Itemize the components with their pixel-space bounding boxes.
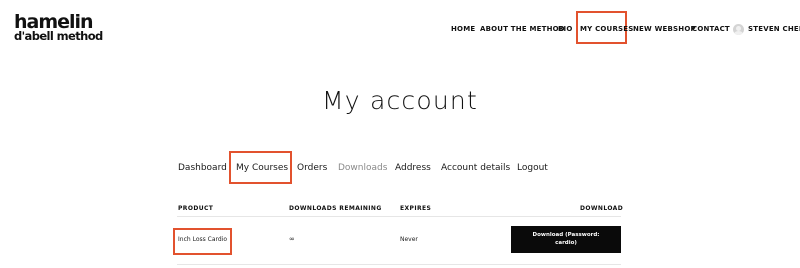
page-title: My account	[322, 86, 478, 115]
col-header-downloads-remaining: DOWNLOADS REMAINING	[289, 205, 382, 212]
header-divider	[177, 216, 621, 217]
nav-home[interactable]: HOME	[451, 20, 475, 38]
nav-about-the-method[interactable]: ABOUT THE METHOD	[480, 20, 565, 38]
tab-my-courses[interactable]: My Courses	[236, 163, 288, 173]
user-avatar-icon[interactable]	[733, 24, 744, 35]
nav-my-courses[interactable]: MY COURSES	[580, 20, 634, 38]
row-divider	[177, 264, 621, 265]
col-header-product: PRODUCT	[178, 205, 214, 212]
logo-sub-text: d'abell method	[14, 29, 103, 43]
tab-account-details[interactable]: Account details	[441, 163, 510, 173]
download-button[interactable]: Download (Password: cardio)	[511, 226, 621, 253]
col-header-expires: EXPIRES	[400, 205, 432, 212]
nav-new-webshop[interactable]: NEW WEBSHOP	[633, 20, 696, 38]
nav-contact[interactable]: CONTACT	[692, 20, 730, 38]
product-link[interactable]: Inch Loss Cardio	[178, 236, 227, 243]
tab-logout[interactable]: Logout	[517, 163, 548, 173]
tab-address[interactable]: Address	[395, 163, 431, 173]
tab-orders[interactable]: Orders	[297, 163, 327, 173]
nav-bio[interactable]: BIO	[558, 20, 573, 38]
site-logo[interactable]: hamelin d'abell method	[14, 13, 103, 43]
col-header-download: DOWNLOAD	[580, 205, 624, 212]
tab-dashboard[interactable]: Dashboard	[178, 163, 227, 173]
downloads-remaining-value: ∞	[289, 235, 295, 243]
expires-value: Never	[400, 236, 418, 243]
nav-user-name[interactable]: STEVEN CHENG	[748, 20, 800, 38]
tab-downloads[interactable]: Downloads	[338, 163, 387, 173]
